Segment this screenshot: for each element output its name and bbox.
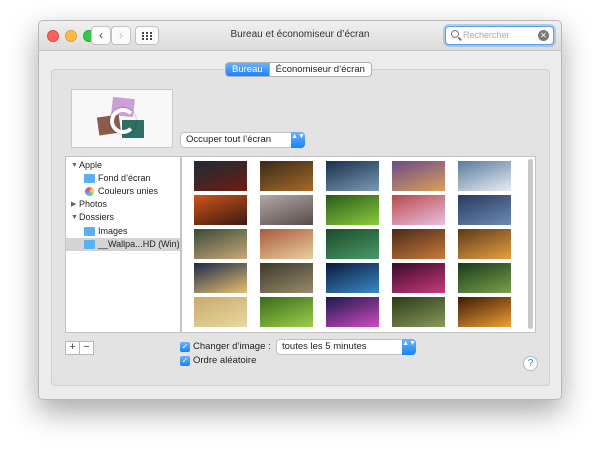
sidebar-group-label: Photos: [79, 199, 108, 209]
sidebar-group-photos[interactable]: ▶ Photos: [66, 198, 180, 211]
wallpaper-thumbnail[interactable]: [326, 263, 379, 293]
wallpaper-thumbnail[interactable]: [458, 297, 511, 327]
wallpaper-thumbnail[interactable]: [458, 161, 511, 191]
clear-search-icon[interactable]: ✕: [538, 30, 549, 41]
sidebar-item-label: Images: [98, 226, 128, 236]
wallpaper-thumbnail[interactable]: [392, 195, 445, 225]
wallpaper-thumbnail[interactable]: [458, 195, 511, 225]
wallpaper-thumbnail[interactable]: [392, 229, 445, 259]
wallpaper-thumbnail[interactable]: [392, 297, 445, 327]
sidebar-item-fond-ecran[interactable]: Fond d’écran: [66, 172, 180, 185]
disclosure-triangle-icon[interactable]: ▶: [71, 198, 76, 211]
wallpaper-thumbnail[interactable]: [326, 297, 379, 327]
wallpaper-thumbnail[interactable]: [260, 229, 313, 259]
updown-arrows-icon: ▲▼: [402, 339, 416, 355]
wallpaper-thumbnail[interactable]: [194, 263, 247, 293]
sidebar-group-label: Apple: [79, 160, 103, 170]
folder-icon: [84, 240, 95, 249]
help-button[interactable]: ?: [523, 356, 538, 371]
interval-value: toutes les 5 minutes: [282, 341, 367, 352]
title-bar: ‹ › Bureau et économiseur d’écran Recher…: [39, 21, 561, 51]
sidebar-item-couleurs-unies[interactable]: Couleurs unies: [66, 185, 180, 198]
system-preferences-window: ‹ › Bureau et économiseur d’écran Recher…: [38, 20, 562, 400]
wallpaper-thumbnail[interactable]: [326, 229, 379, 259]
wallpaper-thumbnail[interactable]: [392, 161, 445, 191]
tab-segmented-control: Bureau Économiseur d’écran: [225, 62, 372, 77]
change-picture-label: Changer d’image :: [193, 341, 271, 352]
search-placeholder: Rechercher: [463, 30, 510, 40]
sidebar-item-wallpapers-hd[interactable]: __Wallpa...HD (Win): [66, 238, 180, 251]
change-picture-checkbox[interactable]: ✓: [180, 342, 190, 352]
wallpaper-gallery: [181, 156, 536, 333]
sidebar-item-label: Fond d’écran: [98, 173, 151, 183]
sidebar-item-images[interactable]: Images: [66, 225, 180, 238]
tab-bureau[interactable]: Bureau: [226, 63, 269, 76]
add-folder-button[interactable]: +: [65, 341, 80, 355]
fill-mode-value: Occuper tout l’écran: [186, 134, 272, 145]
fill-mode-select[interactable]: Occuper tout l’écran ▲▼: [180, 132, 305, 148]
random-order-checkbox[interactable]: ✓: [180, 356, 190, 366]
wallpaper-thumbnail[interactable]: [458, 229, 511, 259]
sidebar-item-label: Couleurs unies: [98, 186, 159, 196]
random-order-label: Ordre aléatoire: [193, 355, 257, 366]
sidebar-group-dossiers[interactable]: ▼ Dossiers: [66, 211, 180, 224]
wallpaper-thumbnail[interactable]: [458, 263, 511, 293]
search-field[interactable]: Rechercher ✕: [445, 26, 554, 45]
wallpaper-thumbnail[interactable]: [326, 161, 379, 191]
wallpaper-thumbnail[interactable]: [194, 229, 247, 259]
remove-folder-button[interactable]: −: [79, 341, 94, 355]
updown-arrows-icon: ▲▼: [291, 132, 305, 148]
sidebar-group-label: Dossiers: [79, 212, 115, 222]
source-sidebar: ▼ Apple Fond d’écran Couleurs unies ▶ Ph…: [65, 156, 181, 333]
wallpaper-thumbnail[interactable]: [260, 263, 313, 293]
wallpaper-thumbnail[interactable]: [260, 297, 313, 327]
wallpaper-thumbnail[interactable]: [326, 195, 379, 225]
folder-icon: [84, 227, 95, 236]
disclosure-triangle-icon[interactable]: ▼: [71, 211, 78, 224]
interval-select[interactable]: toutes les 5 minutes ▲▼: [276, 339, 416, 355]
desktop-preview-image: [71, 89, 173, 148]
disclosure-triangle-icon[interactable]: ▼: [71, 159, 78, 172]
rotate-cycle-icon: [110, 108, 136, 134]
gallery-scrollbar[interactable]: [528, 159, 533, 329]
wallpaper-thumbnail[interactable]: [194, 161, 247, 191]
sidebar-item-label: __Wallpa...HD (Win): [98, 239, 180, 249]
wallpaper-thumbnail[interactable]: [392, 263, 445, 293]
sidebar-group-apple[interactable]: ▼ Apple: [66, 159, 180, 172]
tab-economiseur[interactable]: Économiseur d’écran: [268, 63, 371, 76]
wallpaper-thumbnail[interactable]: [194, 195, 247, 225]
color-wheel-icon: [85, 187, 94, 196]
wallpaper-thumbnail[interactable]: [260, 195, 313, 225]
folder-icon: [84, 174, 95, 183]
wallpaper-thumbnail[interactable]: [260, 161, 313, 191]
wallpaper-thumbnail[interactable]: [194, 297, 247, 327]
search-icon: [451, 30, 459, 38]
